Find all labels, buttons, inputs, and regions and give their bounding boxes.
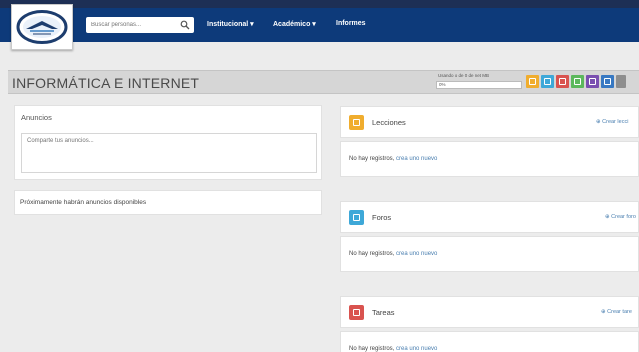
logo-emblem-icon: [16, 10, 68, 44]
lessons-section-title: Lecciones: [372, 118, 406, 127]
tasks-section-title: Tareas: [372, 308, 395, 317]
chat-icon: [589, 78, 596, 85]
create-task-button[interactable]: ⊕ Crear tare: [601, 309, 632, 315]
lessons-section-icon: [349, 115, 364, 130]
navbar: Institucional ▾ Académico ▾ Informes: [0, 8, 639, 42]
announcements-title: Anuncios: [21, 113, 52, 122]
storage-bar: 0%: [436, 81, 522, 89]
create-forum-button[interactable]: ⊕ Crear foro: [605, 214, 636, 220]
page-title: INFORMÁTICA E INTERNET: [12, 75, 200, 91]
forums-section-header: Foros ⊕ Crear foro: [340, 201, 639, 233]
tool-chat-button[interactable]: [586, 75, 599, 88]
storage-usage: Usando o de 0 de net MB 0%: [430, 73, 522, 91]
upcoming-announcements-card: Próximamente habrán anuncios disponibles: [14, 190, 322, 215]
tool-forums-button[interactable]: [541, 75, 554, 88]
institution-logo[interactable]: [11, 4, 73, 50]
nav-institucional[interactable]: Institucional ▾: [207, 20, 254, 28]
nav-informes[interactable]: Informes: [336, 20, 366, 27]
create-task-link[interactable]: crea uno nuevo: [396, 346, 437, 352]
create-lesson-link[interactable]: crea uno nuevo: [396, 156, 437, 162]
lessons-empty-message: No hay registros, crea uno nuevo: [349, 156, 438, 162]
upcoming-announcements-text: Próximamente habrán anuncios disponibles: [20, 199, 147, 206]
search-box[interactable]: [86, 17, 194, 33]
course-title-bar: INFORMÁTICA E INTERNET Usando o de 0 de …: [8, 70, 639, 94]
forums-empty-message: No hay registros, crea uno nuevo: [349, 251, 438, 257]
announcement-input[interactable]: [22, 134, 316, 172]
announcement-input-box[interactable]: [21, 133, 317, 173]
tasks-icon: [559, 78, 566, 85]
forums-icon: [544, 78, 551, 85]
search-input[interactable]: [86, 17, 176, 33]
storage-percent: 0%: [439, 82, 446, 87]
tool-tasks-button[interactable]: [556, 75, 569, 88]
tasks-section-icon: [349, 305, 364, 320]
top-strip: [0, 0, 639, 8]
storage-text: Usando o de 0 de net MB: [438, 73, 490, 78]
tool-more-button[interactable]: [616, 75, 626, 88]
lessons-section-body: No hay registros, crea uno nuevo: [340, 141, 639, 177]
tool-lessons-button[interactable]: [526, 75, 539, 88]
tool-quiz-button[interactable]: [571, 75, 584, 88]
lessons-icon: [529, 78, 536, 85]
announcements-card: Anuncios: [14, 105, 322, 180]
chart-icon: [604, 78, 611, 85]
create-forum-link[interactable]: crea uno nuevo: [396, 251, 437, 257]
question-icon: [574, 78, 581, 85]
tool-stats-button[interactable]: [601, 75, 614, 88]
forums-section-icon: [349, 210, 364, 225]
search-icon[interactable]: [180, 20, 190, 30]
tasks-section-header: Tareas ⊕ Crear tare: [340, 296, 639, 328]
tasks-section-body: No hay registros, crea uno nuevo: [340, 331, 639, 352]
tasks-empty-message: No hay registros, crea uno nuevo: [349, 346, 438, 352]
forums-section-title: Foros: [372, 213, 392, 222]
create-lesson-button[interactable]: ⊕ Crear lecci: [596, 119, 628, 125]
forums-section-body: No hay registros, crea uno nuevo: [340, 236, 639, 272]
nav-academico[interactable]: Académico ▾: [273, 20, 316, 28]
lessons-section-header: Lecciones ⊕ Crear lecci: [340, 106, 639, 138]
